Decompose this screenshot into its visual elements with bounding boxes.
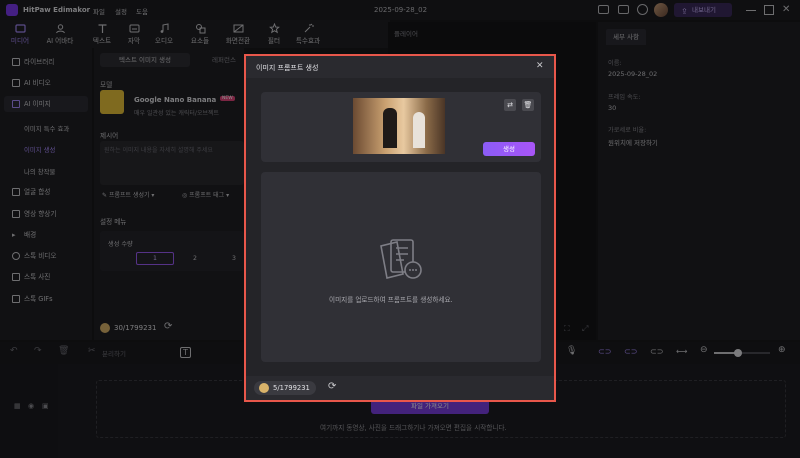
dialog-header: 이미지 프롬프트 생성 ✕ — [246, 56, 554, 78]
dialog-coin-icon — [259, 383, 269, 393]
dialog-title: 이미지 프롬프트 생성 — [256, 64, 319, 72]
uploaded-image — [353, 98, 445, 154]
document-icon — [380, 239, 422, 279]
replace-image-icon[interactable]: ⇄ — [504, 99, 516, 111]
upload-area[interactable]: ⇄ 🗑 생성 — [261, 92, 541, 162]
dialog-credits: 5/1799231 — [273, 384, 310, 392]
dialog-refresh-icon[interactable]: ⟳ — [328, 381, 336, 392]
delete-image-icon[interactable]: 🗑 — [522, 99, 534, 111]
dialog-credits-pill: 5/1799231 — [254, 381, 316, 395]
dialog-close-icon[interactable]: ✕ — [536, 61, 544, 71]
empty-state-text: 이미지를 업로드하여 프롬프트를 생성하세요. — [329, 296, 453, 304]
generate-button[interactable]: 생성 — [483, 142, 535, 156]
prompt-result-area: 이미지를 업로드하여 프롬프트를 생성하세요. — [261, 172, 541, 362]
image-prompt-dialog: 이미지 프롬프트 생성 ✕ ⇄ 🗑 생성 이미지를 업로드하여 프롬프트를 생성… — [244, 54, 556, 402]
dialog-footer: 5/1799231 ⟳ — [246, 376, 554, 400]
